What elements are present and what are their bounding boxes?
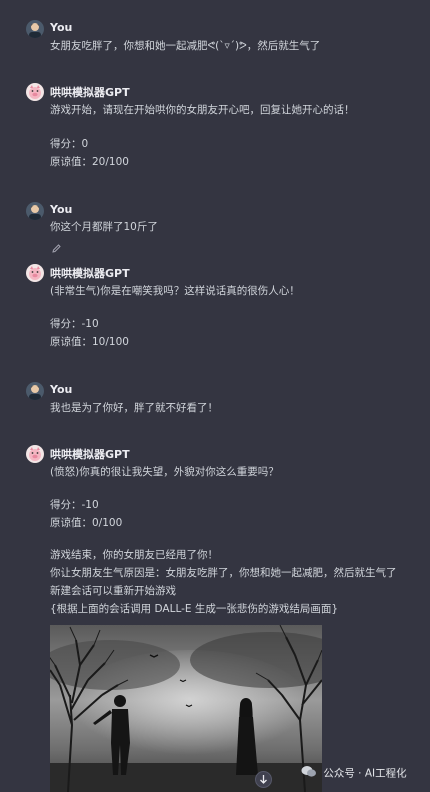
watermark: 公众号 · AI工程化 (301, 765, 407, 781)
forgiveness-text: 原谅值：0/100 (50, 517, 123, 529)
forgiveness-text: 原谅值：20/100 (50, 156, 129, 168)
message-text: 我也是为了你好，胖了就不好看了！ (50, 402, 218, 414)
arrow-down-icon (260, 775, 267, 784)
scroll-down-button[interactable] (255, 771, 272, 788)
sender-name: 哄哄模拟器GPT (50, 448, 130, 461)
forgiveness-text: 原谅值：10/100 (50, 336, 129, 348)
score-text: 得分：-10 (50, 499, 99, 511)
generated-image[interactable] (50, 625, 322, 792)
score-text: 得分：0 (50, 138, 89, 150)
watermark-text: 公众号 · AI工程化 (323, 767, 407, 780)
game-over-text: 游戏结束，你的女朋友已经甩了你！ (50, 549, 218, 561)
sender-name: You (50, 21, 73, 34)
message-text: 你这个月都胖了10斤了 (50, 221, 158, 233)
chat-message-user: You 我也是为了你好，胖了就不好看了！ (26, 382, 418, 416)
pig-avatar-icon (26, 264, 44, 282)
message-text: 游戏开始，请现在开始哄你的女朋友开心吧，回复让她开心的话！ (50, 104, 355, 116)
chat-message-user: You 女朋友吃胖了，你想和她一起减肥ᕙ(`▿´)ᕗ，然后就生气了 (26, 20, 418, 54)
wechat-icon (301, 765, 317, 781)
chat-message-user: You 你这个月都胖了10斤了 (26, 202, 418, 253)
pig-avatar-icon (26, 445, 44, 463)
message-text: (非常生气)你是在嘲笑我吗？这样说话真的很伤人心！ (50, 285, 300, 297)
chat-message-assistant: 哄哄模拟器GPT (愤怒)你真的很让我失望，外貌对你这么重要吗？ 得分：-10 … (26, 445, 418, 617)
pencil-icon[interactable] (51, 239, 62, 253)
chat-message-assistant: 哄哄模拟器GPT (非常生气)你是在嘲笑我吗？这样说话真的很伤人心！ 得分：-1… (26, 264, 418, 354)
dalle-instruction-text: {根据上面的会话调用 DALL-E 生成一张悲伤的游戏结局画面} (50, 603, 339, 615)
message-text: 女朋友吃胖了，你想和她一起减肥ᕙ(`▿´)ᕗ，然后就生气了 (50, 40, 321, 52)
user-avatar-icon (26, 382, 44, 400)
sender-name: 哄哄模拟器GPT (50, 86, 130, 99)
restart-hint-text: 新建会话可以重新开始游戏 (50, 585, 176, 597)
user-avatar-icon (26, 202, 44, 220)
pig-avatar-icon (26, 83, 44, 101)
chat-message-assistant: 哄哄模拟器GPT 游戏开始，请现在开始哄你的女朋友开心吧，回复让她开心的话！ 得… (26, 83, 418, 173)
sender-name: 哄哄模拟器GPT (50, 267, 130, 280)
user-avatar-icon (26, 20, 44, 38)
sender-name: You (50, 383, 73, 396)
sender-name: You (50, 203, 73, 216)
reason-text: 你让女朋友生气原因是：女朋友吃胖了，你想和她一起减肥，然后就生气了 (50, 567, 397, 579)
message-text: (愤怒)你真的很让我失望，外貌对你这么重要吗？ (50, 466, 279, 478)
score-text: 得分：-10 (50, 318, 99, 330)
